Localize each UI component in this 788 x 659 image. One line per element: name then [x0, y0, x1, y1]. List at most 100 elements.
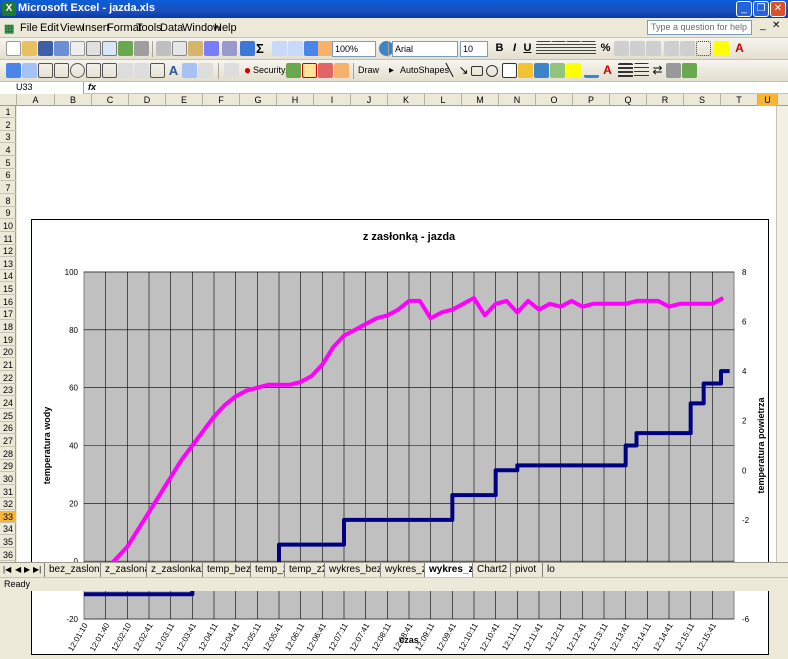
column-header-h[interactable]: H — [277, 94, 314, 106]
fx-icon[interactable]: fx — [88, 82, 96, 93]
visual-basic-icon[interactable] — [286, 63, 301, 78]
row-header-25[interactable]: 25 — [0, 410, 16, 422]
line-icon[interactable]: ╲ — [442, 63, 457, 78]
edit-pencil-icon[interactable] — [6, 63, 21, 78]
row-header-10[interactable]: 10 — [0, 220, 16, 232]
select-all-corner[interactable] — [0, 94, 17, 106]
column-header-k[interactable]: K — [388, 94, 425, 106]
increase-indent-icon[interactable] — [680, 41, 695, 56]
align-left-icon[interactable] — [536, 41, 551, 56]
script-editor-icon[interactable] — [334, 63, 349, 78]
email-icon[interactable] — [70, 41, 85, 56]
row-header-21[interactable]: 21 — [0, 359, 16, 371]
restore-icon[interactable]: ❐ — [753, 1, 769, 17]
column-header-t[interactable]: T — [721, 94, 758, 106]
menu-tools[interactable]: Tools — [136, 22, 162, 34]
minimize-icon[interactable]: _ — [736, 1, 752, 17]
decrease-decimal-icon[interactable] — [646, 41, 661, 56]
column-header-i[interactable]: I — [314, 94, 351, 106]
label-form-icon[interactable] — [22, 63, 37, 78]
sheet-tab-bez-zaslonki[interactable]: bez_zaslonki — [44, 563, 100, 577]
sheet-tab-z-zaslonka2[interactable]: z_zaslonka2 — [146, 563, 202, 577]
row-header-11[interactable]: 11 — [0, 233, 16, 245]
workbook-close-icon[interactable]: ✕ — [772, 20, 780, 31]
arrow-icon[interactable]: ↘ — [456, 63, 471, 78]
line-color-icon[interactable] — [584, 63, 599, 78]
dash-style-icon[interactable] — [634, 63, 649, 78]
autosum-icon[interactable]: Σ — [256, 41, 271, 56]
row-header-26[interactable]: 26 — [0, 422, 16, 435]
row-header-12[interactable]: 12 — [0, 245, 16, 258]
next-sheet-icon[interactable]: ▶ — [24, 565, 30, 574]
column-header-b[interactable]: B — [55, 94, 92, 106]
sheet-tab-wykres-z[interactable]: wykres_z — [380, 563, 424, 577]
drawing-icon[interactable] — [318, 41, 333, 56]
menu-insert[interactable]: Insert — [82, 22, 110, 34]
prev-sheet-icon[interactable]: ◀ — [15, 565, 21, 574]
row-header-28[interactable]: 28 — [0, 448, 16, 460]
decrease-indent-icon[interactable] — [664, 41, 679, 56]
rectangle-icon[interactable] — [471, 66, 483, 76]
align-center-icon[interactable] — [551, 41, 566, 56]
row-header-35[interactable]: 35 — [0, 536, 16, 549]
vertical-textbox-icon[interactable] — [518, 63, 533, 78]
column-header-d[interactable]: D — [129, 94, 166, 106]
chart-wizard-icon[interactable] — [304, 41, 319, 56]
row-header-7[interactable]: 7 — [0, 182, 16, 194]
row-header-17[interactable]: 17 — [0, 308, 16, 321]
excel-icon[interactable]: X — [2, 2, 16, 16]
zoom-select[interactable]: 100% — [332, 41, 376, 57]
scrollbar-form-icon[interactable] — [118, 63, 133, 78]
sheet-tab-wykres-z2[interactable]: wykres_z2 — [424, 563, 472, 577]
row-header-6[interactable]: 6 — [0, 169, 16, 182]
select-objects-icon[interactable]: ▸ — [384, 63, 399, 78]
merge-center-icon[interactable] — [581, 41, 596, 56]
sheet-tab-temp-bez[interactable]: temp_bez — [202, 563, 250, 577]
align-right-icon[interactable] — [566, 41, 581, 56]
column-header-r[interactable]: R — [647, 94, 684, 106]
fill-color-icon[interactable] — [714, 41, 729, 56]
sort-ascending-icon[interactable] — [272, 41, 287, 56]
sheet-tab-temp-z2[interactable]: temp_z2 — [284, 563, 324, 577]
column-header-e[interactable]: E — [166, 94, 203, 106]
row-header-23[interactable]: 23 — [0, 384, 16, 397]
row-header-32[interactable]: 32 — [0, 498, 16, 511]
textbox-icon[interactable] — [502, 63, 517, 78]
worksheet-grid[interactable]: z zasłonką - jazda100806040200-2086420-2… — [17, 106, 788, 655]
print-preview-icon[interactable] — [102, 41, 117, 56]
percent-style-button[interactable]: % — [598, 41, 613, 56]
borders-icon[interactable] — [696, 41, 711, 56]
row-header-19[interactable]: 19 — [0, 334, 16, 346]
row-header-33[interactable]: 33 — [0, 510, 16, 523]
sheet-tab-lo[interactable]: lo — [542, 563, 558, 577]
fill-color-draw-icon[interactable] — [566, 63, 581, 78]
save-icon[interactable] — [38, 41, 53, 56]
permission-icon[interactable] — [54, 41, 69, 56]
new-icon[interactable] — [6, 41, 21, 56]
design-mode-icon[interactable] — [302, 63, 317, 78]
combobox-icon[interactable] — [102, 63, 117, 78]
sort-descending-icon[interactable] — [288, 41, 303, 56]
row-header-16[interactable]: 16 — [0, 296, 16, 308]
row-header-31[interactable]: 31 — [0, 486, 16, 498]
oval-icon[interactable] — [486, 65, 498, 77]
close-icon[interactable]: ✕ — [770, 1, 786, 17]
row-header-30[interactable]: 30 — [0, 473, 16, 485]
draw-menu-button[interactable]: Draw — [358, 65, 379, 75]
spinner-icon[interactable] — [134, 63, 149, 78]
underline-button[interactable]: U — [520, 41, 535, 56]
control-toolbox-icon[interactable] — [318, 63, 333, 78]
row-header-36[interactable]: 36 — [0, 549, 16, 561]
3d-style-icon[interactable] — [682, 63, 697, 78]
diagram-icon[interactable] — [550, 63, 565, 78]
row-header-1[interactable]: 1 — [0, 106, 16, 118]
column-header-m[interactable]: M — [462, 94, 499, 106]
column-header-q[interactable]: Q — [610, 94, 647, 106]
toggle-grid-icon[interactable] — [182, 63, 197, 78]
vertical-scrollbar[interactable] — [776, 106, 788, 562]
column-header-c[interactable]: C — [92, 94, 129, 106]
sheet-tab-pivot[interactable]: pivot — [510, 563, 542, 577]
checkbox-form-icon[interactable] — [54, 63, 69, 78]
spelling-icon[interactable] — [118, 41, 133, 56]
column-header-g[interactable]: G — [240, 94, 277, 106]
